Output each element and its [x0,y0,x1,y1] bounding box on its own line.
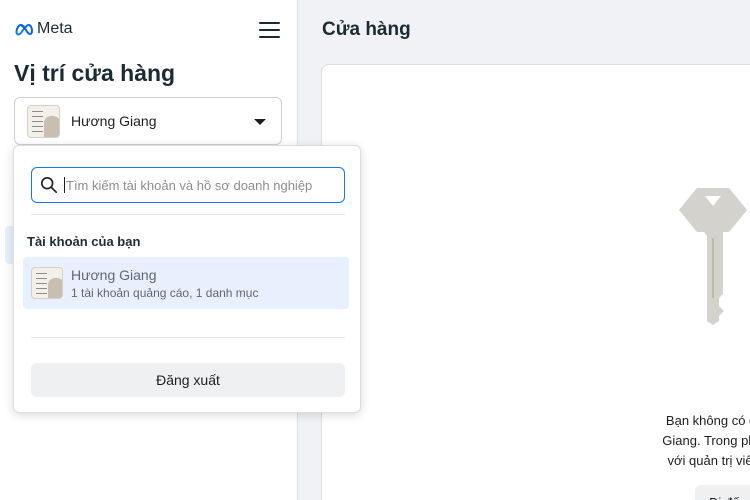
access-message: Bạn không có quy Giang. Trong phần với q… [630,411,750,471]
main-title: Cửa hàng [322,19,411,40]
account-details: 1 tài khoản quảng cáo, 1 danh mục [71,285,259,300]
sidebar-item-highlight [5,226,13,264]
content-card: Bạn không có quy Giang. Trong phần với q… [321,64,750,500]
page-title: Vị trí cửa hàng [14,60,176,86]
meta-brand[interactable]: Meta [14,19,73,39]
message-line: Giang. Trong phần [662,433,750,448]
message-line: với quản trị viên c [667,453,750,468]
divider [31,214,345,215]
hamburger-menu-icon[interactable] [259,22,280,39]
logout-button[interactable]: Đăng xuất [31,363,345,397]
selected-account-name: Hương Giang [71,113,157,129]
search-icon [40,176,58,194]
account-dropdown: Tài khoản của bạn Hương Giang 1 tài khoả… [13,145,361,413]
section-label: Tài khoản của bạn [27,234,141,249]
caret-down-icon [254,119,266,125]
avatar [31,267,63,299]
meta-logo-icon [15,23,34,36]
avatar [27,104,60,138]
account-name: Hương Giang [71,266,157,283]
key-icon [679,188,747,325]
search-box[interactable] [31,167,345,203]
message-line: Bạn không có quy [665,413,750,428]
brand-name: Meta [37,20,73,37]
account-select[interactable]: Hương Giang [14,97,282,145]
divider [31,337,345,338]
go-to-button[interactable]: Đi đến [695,485,750,500]
search-input[interactable] [64,177,334,193]
account-list-item[interactable]: Hương Giang 1 tài khoản quảng cáo, 1 dan… [23,257,349,309]
